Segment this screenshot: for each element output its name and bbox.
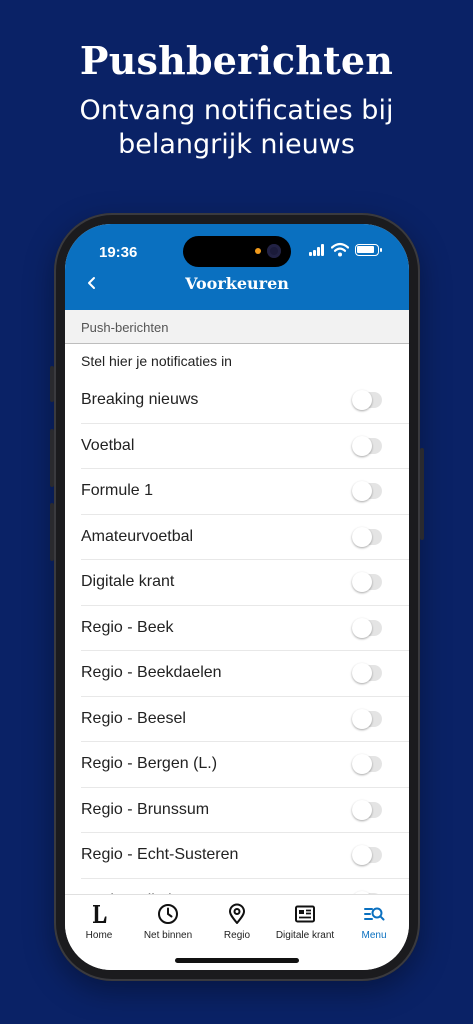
section-header-label: Push-berichten: [81, 320, 169, 335]
phone-volume-down: [50, 503, 54, 561]
settings-row: Formule 1: [81, 469, 409, 515]
page-title: Voorkeuren: [185, 274, 289, 293]
notification-toggle[interactable]: [352, 435, 382, 456]
toggle-knob: [352, 526, 372, 547]
toggle-knob: [352, 390, 372, 410]
settings-row: Digitale krant: [81, 560, 409, 606]
toggle-knob: [352, 663, 372, 683]
logo-l-icon: [93, 905, 107, 923]
settings-row: Voetbal: [81, 424, 409, 469]
toggle-knob: [352, 845, 372, 865]
settings-row-label: Regio - Echt-Susteren: [81, 846, 239, 863]
privacy-indicator: [255, 248, 261, 254]
phone-frame: 19:36 Voorkeuren Push-berichten Stel hie…: [50, 213, 424, 981]
toggle-knob: [352, 617, 372, 638]
toggle-knob: [352, 481, 372, 501]
settings-row: Regio - Echt-Susteren: [81, 833, 409, 879]
hero-subtitle: Ontvang notificaties bij belangrijk nieu…: [79, 95, 394, 160]
battery-icon: [355, 244, 382, 256]
settings-row: Regio - Beekdaelen: [81, 651, 409, 697]
settings-row: Regio - Brunssum: [81, 788, 409, 833]
settings-row: Regio - Beek: [81, 606, 409, 651]
toggle-knob: [352, 754, 372, 774]
notification-toggle[interactable]: [352, 663, 382, 683]
notification-toggle[interactable]: [352, 708, 382, 729]
menu-search-icon: [364, 907, 385, 921]
clock-icon: [158, 904, 178, 924]
settings-row: Regio - Bergen (L.): [81, 742, 409, 788]
phone-volume-up: [50, 429, 54, 487]
notification-toggle[interactable]: [352, 572, 382, 592]
phone-power-button: [420, 448, 424, 540]
home-indicator: [175, 958, 299, 963]
camera-icon: [267, 244, 281, 258]
dynamic-island: [183, 236, 291, 267]
settings-row: Regio - Beesel: [81, 697, 409, 742]
settings-row: Amateurvoetbal: [81, 515, 409, 560]
tab-bar: Home Net binnen Regio Digitale krant Men…: [65, 894, 409, 970]
notification-toggle[interactable]: [352, 754, 382, 774]
notification-toggle[interactable]: [352, 481, 382, 501]
notification-toggle[interactable]: [352, 845, 382, 865]
phone-screen: 19:36 Voorkeuren Push-berichten Stel hie…: [65, 224, 409, 970]
settings-row-label: Regio - Bergen (L.): [81, 755, 218, 772]
toggle-knob: [352, 799, 372, 820]
tab-label: Menu: [361, 930, 387, 941]
location-pin-icon: [229, 903, 245, 924]
settings-list[interactable]: Push-berichten Stel hier je notificaties…: [65, 310, 409, 894]
settings-row: Regio - Eijsden-Margraten: [81, 879, 409, 894]
settings-row: Breaking nieuws: [81, 378, 409, 424]
section-header: Push-berichten: [65, 310, 409, 344]
newspaper-icon: [295, 905, 315, 923]
status-time: 19:36: [99, 244, 138, 261]
settings-row-label: Regio - Beesel: [81, 709, 186, 727]
notification-toggle[interactable]: [352, 526, 382, 547]
status-icons: [309, 242, 389, 260]
section-intro: Stel hier je notificaties in: [81, 353, 232, 369]
settings-row-label: Amateurvoetbal: [81, 527, 194, 545]
tab-label: Digitale krant: [275, 930, 335, 941]
phone-side-button: [50, 366, 54, 402]
settings-row-label: Regio - Beekdaelen: [81, 664, 222, 681]
hero-title: Pushberichten: [79, 38, 394, 83]
tab-label: Regio: [223, 930, 251, 941]
tab-menu[interactable]: Menu: [347, 903, 401, 945]
settings-row-label: Breaking nieuws: [81, 391, 199, 408]
tab-label: Home: [85, 930, 113, 941]
cellular-signal-icon: [309, 244, 327, 256]
notification-toggle[interactable]: [352, 799, 382, 820]
settings-row-label: Formule 1: [81, 482, 154, 499]
notification-toggle[interactable]: [352, 390, 382, 410]
settings-row-label: Digitale krant: [81, 573, 175, 590]
settings-row-label: Regio - Beek: [81, 618, 174, 636]
settings-row-label: Voetbal: [81, 436, 135, 454]
tab-net-binnen[interactable]: Net binnen: [137, 903, 199, 945]
toggle-knob: [352, 435, 372, 456]
tab-regio[interactable]: Regio: [207, 903, 267, 945]
toggle-knob: [352, 708, 372, 729]
app-header: 19:36 Voorkeuren: [65, 224, 409, 310]
tab-home[interactable]: Home: [69, 903, 129, 945]
settings-row-label: Regio - Brunssum: [81, 800, 210, 818]
wifi-icon: [331, 242, 349, 257]
tab-digitale-krant[interactable]: Digitale krant: [271, 903, 339, 945]
toggle-knob: [352, 572, 372, 592]
tab-label: Net binnen: [143, 930, 193, 941]
notification-toggle[interactable]: [352, 617, 382, 638]
